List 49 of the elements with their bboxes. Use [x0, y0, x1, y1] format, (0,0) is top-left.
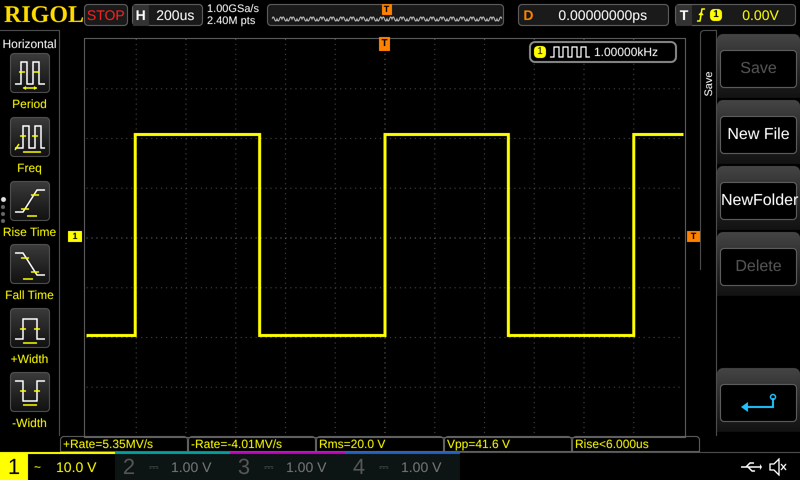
return-arrow-icon: [738, 393, 778, 413]
counter-channel: 1: [534, 46, 546, 58]
measurement-button[interactable]: Rise Time: [2, 180, 56, 244]
trigger-level: 0.00V: [741, 6, 780, 24]
timebase-label: H: [132, 4, 149, 26]
channel-number: 1: [0, 454, 28, 480]
trigger-position-marker: T: [382, 4, 392, 15]
channel-indicator[interactable]: 2 ⎓ 1.00 V: [115, 452, 230, 480]
usb-icon: [740, 460, 762, 472]
menu-button[interactable]: New File: [720, 116, 797, 154]
delay-value: 0.00000000ps: [557, 6, 648, 25]
channel-marker: 1: [68, 231, 82, 242]
square-wave-icon: [550, 46, 590, 58]
menu-button[interactable]: NewFolder: [720, 182, 797, 220]
channel-indicator[interactable]: 4 ⎓ 1.00 V: [345, 452, 460, 480]
channel-indicator[interactable]: 3 ⎓ 1.00 V: [230, 452, 345, 480]
measurement-result: -Rate=-4.01MV/s: [188, 436, 316, 452]
mute-icon: [768, 458, 788, 476]
trigger-position-marker: T: [379, 37, 390, 51]
measurement-result: Vpp=41.6 V: [444, 436, 572, 452]
delay-label: D: [522, 6, 534, 24]
measurement-result: +Rate=5.35MV/s: [60, 436, 188, 452]
channel-number: 2: [122, 454, 136, 480]
channel-indicator[interactable]: 1 ~ 10.0 V: [0, 452, 115, 480]
rising-edge-icon: [696, 8, 706, 22]
channel-number: 3: [236, 454, 252, 480]
coupling-symbol: ⎓: [264, 459, 275, 476]
run-state: STOP: [84, 4, 128, 26]
measurement-result: Rise<6.000us: [572, 436, 700, 452]
timebase-value: 200us: [155, 6, 196, 24]
trigger-level-marker: T: [687, 231, 700, 242]
menu-title: Save: [702, 70, 714, 99]
coupling-symbol: ⎓: [379, 459, 390, 476]
sample-rate: 1.00GSa/s: [207, 3, 260, 15]
coupling-symbol: ⎓: [149, 459, 160, 476]
back-button[interactable]: [720, 384, 797, 422]
memory-depth: 2.40M pts: [207, 15, 256, 27]
vertical-scale: 10.0 V: [56, 458, 96, 476]
panel-title: Horizontal: [2, 37, 57, 51]
measurement-result: Rms=20.0 V: [316, 436, 444, 452]
vertical-scale: 1.00 V: [401, 458, 442, 476]
waveform-overview-icon: [272, 15, 502, 23]
trigger-source: 1: [710, 9, 722, 21]
trigger-label: T: [676, 4, 692, 26]
vertical-scale: 1.00 V: [171, 458, 212, 476]
channel-number: 4: [352, 454, 366, 480]
counter-value: 1.00000kHz: [594, 44, 658, 61]
vertical-scale: 1.00 V: [286, 458, 326, 476]
coupling-symbol: ~: [34, 459, 42, 476]
